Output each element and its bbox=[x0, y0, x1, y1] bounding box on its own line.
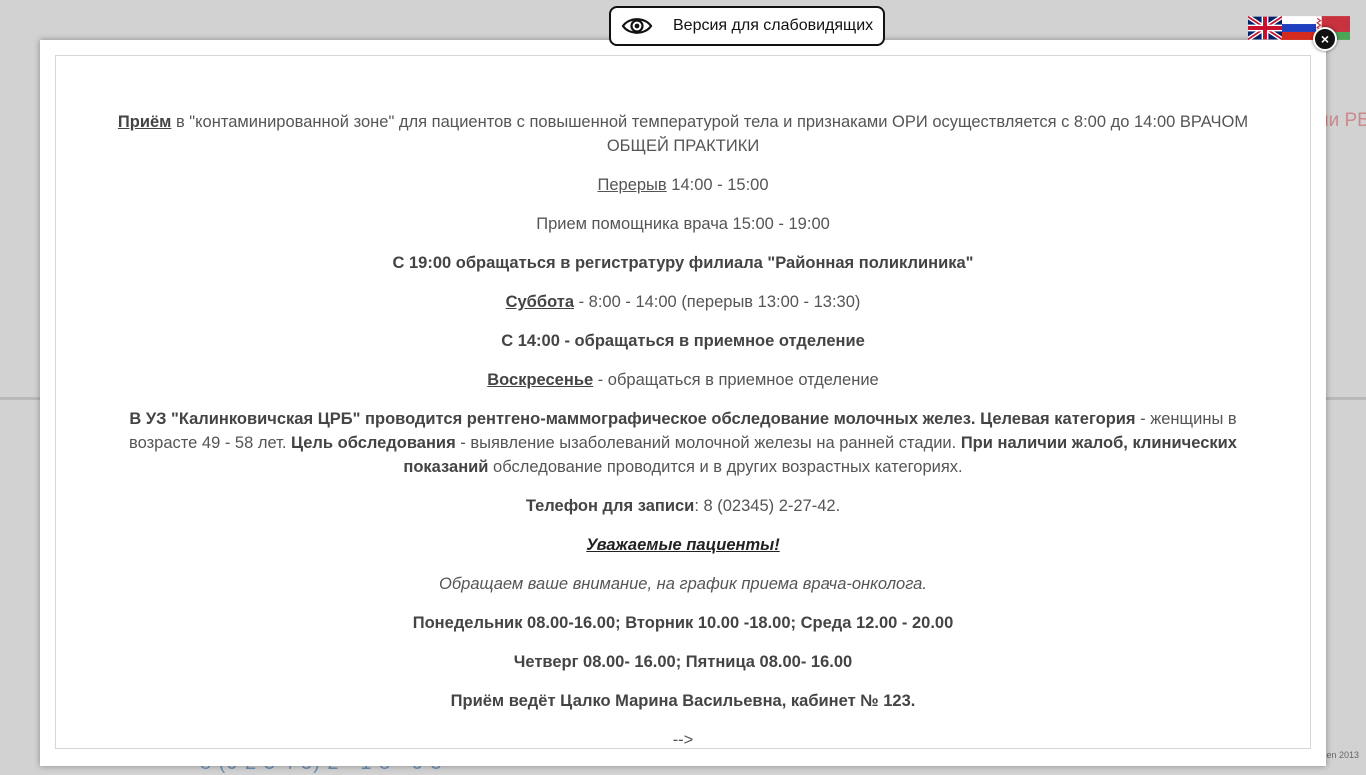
eye-icon bbox=[621, 15, 653, 37]
low-vision-version-button[interactable]: Версия для слабовидящих bbox=[609, 6, 885, 46]
phone-text: : 8 (02345) 2-27-42. bbox=[694, 497, 841, 515]
break-text: 14:00 - 15:00 bbox=[666, 176, 769, 194]
saturday-note: Суббота - 8:00 - 14:00 (перерыв 13:00 - … bbox=[86, 290, 1280, 314]
background-copyright: sen 2013 bbox=[1322, 750, 1360, 760]
oncologist-schedule-2: Четверг 08.00- 16.00; Пятница 08.00- 16.… bbox=[513, 653, 853, 671]
mammography-note: В УЗ "Калинковичская ЦРБ" проводится рен… bbox=[86, 407, 1280, 479]
break-lead: Перерыв bbox=[597, 176, 667, 194]
mammography-bold-1: В УЗ "Калинковичская ЦРБ" проводится рен… bbox=[129, 410, 1136, 428]
contaminated-zone-note: Приём в "контаминированной зоне" для пац… bbox=[86, 110, 1280, 158]
mammography-bold-2: Цель обследования bbox=[291, 434, 456, 452]
evening-registry-note: С 19:00 обращаться в регистратуру филиал… bbox=[392, 254, 974, 272]
flag-russian-icon[interactable] bbox=[1282, 16, 1316, 40]
close-icon: × bbox=[1320, 31, 1330, 47]
reception-text: в "контаминированной зоне" для пациентов… bbox=[171, 113, 1249, 155]
phone-note: Телефон для записи: 8 (02345) 2-27-42. bbox=[86, 494, 1280, 518]
reception-lead: Приём bbox=[117, 113, 172, 131]
modal-content: Приём в "контаминированной зоне" для пац… bbox=[55, 55, 1311, 749]
modal-close-button[interactable]: × bbox=[1313, 27, 1337, 51]
oncologist-intro: Обращаем ваше внимание, на график приема… bbox=[439, 575, 927, 593]
oncologist-doctor: Приём ведёт Цалко Марина Васильевна, каб… bbox=[450, 692, 916, 710]
saturday-text: - 8:00 - 14:00 (перерыв 13:00 - 13:30) bbox=[574, 293, 861, 311]
low-vision-version-label: Версия для слабовидящих bbox=[673, 17, 874, 34]
break-note: Перерыв 14:00 - 15:00 bbox=[86, 173, 1280, 197]
sunday-lead: Воскресенье bbox=[487, 371, 594, 389]
after-14-note: С 14:00 - обращаться в приемное отделени… bbox=[501, 332, 865, 350]
stray-comment-text: --> bbox=[672, 731, 694, 749]
flag-english-icon[interactable] bbox=[1248, 16, 1282, 40]
saturday-lead: Суббота bbox=[505, 293, 574, 311]
phone-lead: Телефон для записи bbox=[525, 497, 695, 515]
patients-heading: Уважаемые пациенты! bbox=[586, 536, 780, 554]
sunday-text: - обращаться в приемное отделение bbox=[593, 371, 879, 389]
info-modal: Приём в "контаминированной зоне" для пац… bbox=[40, 40, 1326, 766]
sunday-note: Воскресенье - обращаться в приемное отде… bbox=[86, 368, 1280, 392]
oncologist-schedule-1: Понедельник 08.00-16.00; Вторник 10.00 -… bbox=[412, 614, 954, 632]
mammography-text-2: - выявление ызаболеваний молочной железы… bbox=[455, 434, 961, 452]
assistant-hours: Прием помощника врача 15:00 - 19:00 bbox=[536, 215, 830, 233]
mammography-text-3: обследование проводится и в других возра… bbox=[488, 458, 963, 476]
